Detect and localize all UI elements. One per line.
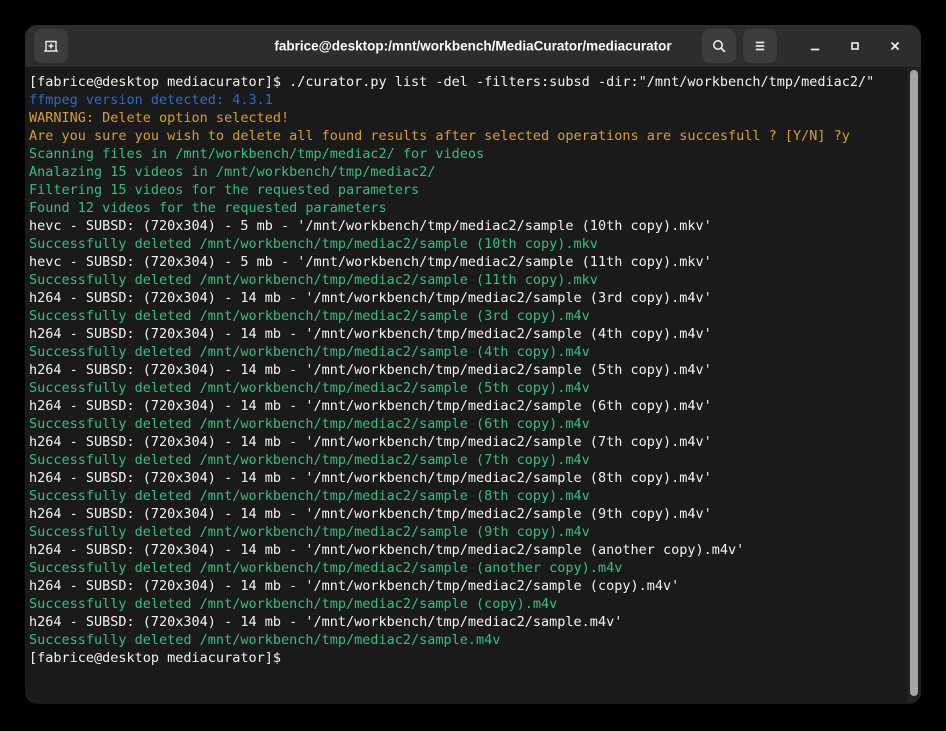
terminal-line: Successfully deleted /mnt/workbench/tmp/… [29, 631, 903, 649]
terminal-line: Successfully deleted /mnt/workbench/tmp/… [29, 523, 903, 541]
terminal-line: Successfully deleted /mnt/workbench/tmp/… [29, 415, 903, 433]
titlebar: fabrice@desktop:/mnt/workbench/MediaCura… [25, 25, 921, 68]
terminal-line: [fabrice@desktop mediacurator]$ [29, 649, 903, 667]
terminal-line: Successfully deleted /mnt/workbench/tmp/… [29, 235, 903, 253]
close-icon [888, 39, 902, 53]
maximize-button[interactable] [838, 29, 872, 63]
terminal-line: Successfully deleted /mnt/workbench/tmp/… [29, 595, 903, 613]
hamburger-menu-icon [753, 39, 767, 53]
minimize-icon [808, 39, 822, 53]
terminal-line: Are you sure you wish to delete all foun… [29, 127, 903, 145]
scrollbar-thumb[interactable] [910, 70, 918, 696]
terminal-line: h264 - SUBSD: (720x304) - 14 mb - '/mnt/… [29, 289, 903, 307]
terminal-line: [fabrice@desktop mediacurator]$ ./curato… [29, 73, 903, 91]
minimize-button[interactable] [798, 29, 832, 63]
terminal-line: h264 - SUBSD: (720x304) - 14 mb - '/mnt/… [29, 613, 903, 631]
terminal-line: Successfully deleted /mnt/workbench/tmp/… [29, 487, 903, 505]
terminal-line: Successfully deleted /mnt/workbench/tmp/… [29, 379, 903, 397]
close-button[interactable] [878, 29, 912, 63]
window-title: fabrice@desktop:/mnt/workbench/MediaCura… [274, 39, 671, 54]
menu-button[interactable] [743, 29, 777, 63]
terminal-line: h264 - SUBSD: (720x304) - 14 mb - '/mnt/… [29, 397, 903, 415]
terminal-window: fabrice@desktop:/mnt/workbench/MediaCura… [25, 25, 921, 704]
maximize-icon [848, 39, 862, 53]
terminal-line: WARNING: Delete option selected! [29, 109, 903, 127]
terminal-line: Filtering 15 videos for the requested pa… [29, 181, 903, 199]
terminal-line: Successfully deleted /mnt/workbench/tmp/… [29, 271, 903, 289]
terminal-line: h264 - SUBSD: (720x304) - 14 mb - '/mnt/… [29, 541, 903, 559]
search-button[interactable] [702, 29, 736, 63]
terminal-output: [fabrice@desktop mediacurator]$ ./curato… [29, 73, 903, 667]
terminal-line: h264 - SUBSD: (720x304) - 14 mb - '/mnt/… [29, 433, 903, 451]
terminal-line: h264 - SUBSD: (720x304) - 14 mb - '/mnt/… [29, 325, 903, 343]
terminal-line: Scanning files in /mnt/workbench/tmp/med… [29, 145, 903, 163]
terminal-line: h264 - SUBSD: (720x304) - 14 mb - '/mnt/… [29, 505, 903, 523]
terminal-line: Successfully deleted /mnt/workbench/tmp/… [29, 451, 903, 469]
search-icon [711, 38, 727, 54]
terminal-line: Found 12 videos for the requested parame… [29, 199, 903, 217]
terminal-line: h264 - SUBSD: (720x304) - 14 mb - '/mnt/… [29, 361, 903, 379]
terminal-line: h264 - SUBSD: (720x304) - 14 mb - '/mnt/… [29, 469, 903, 487]
terminal-line: ffmpeg version detected: 4.3.1 [29, 91, 903, 109]
new-tab-button[interactable] [34, 29, 68, 63]
terminal-line: Analazing 15 videos in /mnt/workbench/tm… [29, 163, 903, 181]
terminal-line: Successfully deleted /mnt/workbench/tmp/… [29, 559, 903, 577]
terminal-line: Successfully deleted /mnt/workbench/tmp/… [29, 307, 903, 325]
terminal-line: h264 - SUBSD: (720x304) - 14 mb - '/mnt/… [29, 577, 903, 595]
terminal-line: Successfully deleted /mnt/workbench/tmp/… [29, 343, 903, 361]
terminal-line: hevc - SUBSD: (720x304) - 5 mb - '/mnt/w… [29, 217, 903, 235]
terminal-screen[interactable]: [fabrice@desktop mediacurator]$ ./curato… [25, 68, 921, 703]
new-tab-icon [43, 38, 59, 54]
scrollbar [907, 68, 921, 703]
terminal-line: hevc - SUBSD: (720x304) - 5 mb - '/mnt/w… [29, 253, 903, 271]
